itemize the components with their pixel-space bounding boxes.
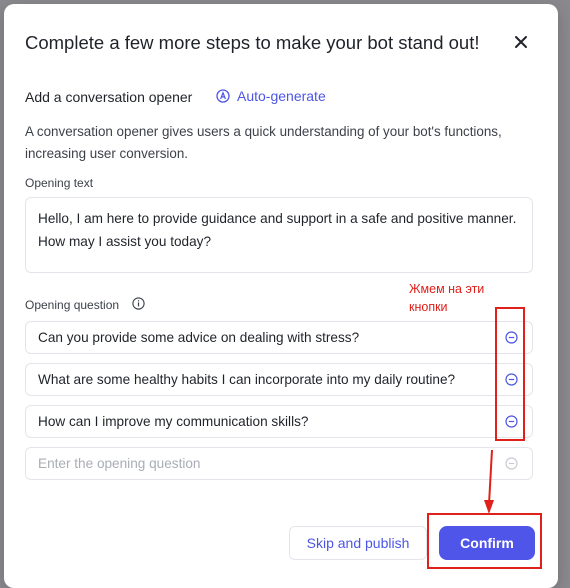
opening-question-text: Can you provide some advice on dealing w… xyxy=(38,330,360,345)
opening-question-label: Opening question xyxy=(25,298,120,312)
opening-question-row[interactable]: Can you provide some advice on dealing w… xyxy=(25,321,533,354)
opening-question-text: What are some healthy habits I can incor… xyxy=(38,372,456,387)
new-question-placeholder: Enter the opening question xyxy=(38,456,201,471)
close-button[interactable] xyxy=(509,30,533,54)
opening-question-row[interactable]: How can I improve my communication skill… xyxy=(25,405,533,438)
annotation-highlight-confirm xyxy=(427,513,542,569)
opening-text-field[interactable]: Hello, I am here to provide guidance and… xyxy=(25,197,533,273)
minus-circle-icon xyxy=(505,457,518,470)
skip-and-publish-button[interactable]: Skip and publish xyxy=(289,526,427,560)
remove-question-button-disabled xyxy=(504,456,519,471)
opening-text-label: Opening text xyxy=(25,176,94,190)
auto-generate-icon xyxy=(216,89,230,103)
opening-question-row[interactable]: What are some healthy habits I can incor… xyxy=(25,363,533,396)
opening-question-text: How can I improve my communication skill… xyxy=(38,414,309,429)
opener-description: A conversation opener gives users a quic… xyxy=(25,124,502,161)
annotation-arrow-icon xyxy=(484,449,494,514)
conversation-opener-heading: Add a conversation opener xyxy=(25,89,193,105)
auto-generate-label: Auto-generate xyxy=(237,88,326,104)
close-icon[interactable] xyxy=(514,35,528,49)
annotation-highlight-remove-buttons xyxy=(495,307,525,441)
new-question-input[interactable]: Enter the opening question xyxy=(25,447,533,480)
dialog-title: Complete a few more steps to make your b… xyxy=(25,32,480,53)
info-icon[interactable] xyxy=(132,297,145,310)
auto-generate-button[interactable]: Auto-generate xyxy=(216,88,326,104)
